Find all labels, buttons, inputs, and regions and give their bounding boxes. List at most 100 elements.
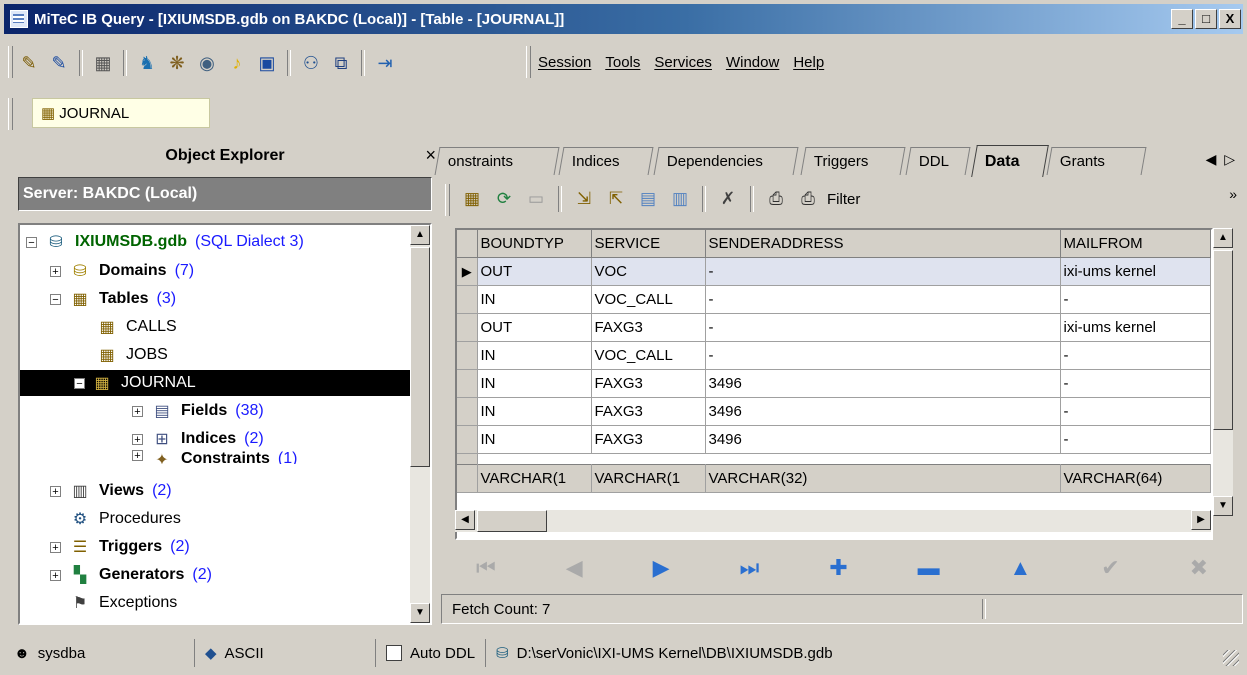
table-row[interactable]: IN VOC_CALL - -: [457, 341, 1211, 370]
grid-view-icon[interactable]: ▦: [459, 186, 485, 212]
scroll-thumb[interactable]: [410, 247, 430, 467]
tab-data[interactable]: Data: [971, 145, 1049, 177]
connect-icon[interactable]: ✎: [16, 50, 42, 76]
server-selector[interactable]: Server: BAKDC (Local): [18, 177, 432, 211]
table-cell[interactable]: ixi-ums kernel: [1060, 257, 1211, 286]
tab-ddl[interactable]: DDL: [905, 147, 971, 175]
tree-item-exceptions[interactable]: ⚑ Exceptions: [69, 590, 177, 616]
tab-left-icon[interactable]: ◀: [1206, 151, 1217, 167]
row-indicator[interactable]: [457, 369, 478, 398]
scroll-up-icon[interactable]: ▲: [410, 225, 430, 245]
filter-label[interactable]: Filter: [827, 191, 860, 208]
grid-vertical-scrollbar[interactable]: ▲ ▼: [1213, 228, 1233, 516]
post-record-icon[interactable]: ✔: [1101, 555, 1119, 581]
table-cell[interactable]: FAXG3: [591, 425, 706, 454]
tree-item-constraints[interactable]: + ✦ Constraints (1): [132, 450, 297, 464]
scroll-thumb[interactable]: [1213, 250, 1233, 430]
table-cell[interactable]: -: [1060, 341, 1211, 370]
close-button[interactable]: X: [1219, 9, 1241, 29]
table-cell[interactable]: IN: [477, 425, 592, 454]
query-icon[interactable]: ⚇: [298, 50, 324, 76]
print-preview-icon[interactable]: ⎙: [763, 186, 789, 212]
close-explorer-button[interactable]: ×: [425, 145, 436, 166]
menu-help[interactable]: Help: [793, 54, 824, 71]
events-icon[interactable]: ♪: [224, 50, 250, 76]
table-cell[interactable]: IN: [477, 369, 592, 398]
expand-icon[interactable]: +: [132, 405, 143, 417]
table-cell[interactable]: FAXG3: [591, 369, 706, 398]
data-toolbar-grip[interactable]: [445, 184, 450, 216]
table-row[interactable]: IN VOC_CALL - -: [457, 285, 1211, 314]
menu-tools[interactable]: Tools: [605, 54, 640, 71]
row-indicator[interactable]: [457, 313, 478, 342]
status-autoddl[interactable]: Auto DDL: [376, 639, 487, 667]
minimize-button[interactable]: _: [1171, 9, 1193, 29]
table-cell[interactable]: 3496: [705, 369, 1061, 398]
table-cell[interactable]: OUT: [477, 313, 592, 342]
menubar-grip[interactable]: [526, 46, 531, 78]
cancel-record-icon[interactable]: ✖: [1190, 555, 1208, 581]
backup-icon[interactable]: ❋: [164, 50, 190, 76]
table-cell[interactable]: VOC_CALL: [591, 285, 706, 314]
column-header-senderaddress[interactable]: SENDERADDRESS: [705, 230, 1061, 258]
export-icon[interactable]: ⇱: [603, 186, 629, 212]
script-icon[interactable]: ⧉: [328, 50, 354, 76]
delete-all-icon[interactable]: ✗: [715, 186, 741, 212]
tree-scrollbar[interactable]: ▲ ▼: [410, 225, 430, 623]
grid-horizontal-scrollbar[interactable]: ◀ ▶: [455, 510, 1211, 532]
table-cell[interactable]: FAXG3: [591, 397, 706, 426]
tree-item-views[interactable]: + ▥ Views (2): [50, 478, 172, 504]
resize-grip[interactable]: [1223, 650, 1239, 666]
table-cell[interactable]: -: [1060, 369, 1211, 398]
app-icon[interactable]: [10, 10, 28, 28]
export-sql-icon[interactable]: ▥: [667, 186, 693, 212]
column-header-mailfrom[interactable]: MAILFROM: [1060, 230, 1211, 258]
monitor-icon[interactable]: ▣: [254, 50, 280, 76]
expand-icon[interactable]: +: [50, 569, 61, 581]
toolbar-grip[interactable]: [8, 46, 13, 78]
last-record-icon[interactable]: ⏭: [739, 555, 759, 581]
refresh-icon[interactable]: ⟳: [491, 186, 517, 212]
expand-icon[interactable]: +: [50, 265, 61, 277]
first-record-icon[interactable]: ⏮: [476, 555, 496, 581]
row-indicator[interactable]: [457, 425, 478, 454]
tab-grants[interactable]: Grants: [1046, 147, 1147, 175]
tab-indices[interactable]: Indices: [558, 147, 654, 175]
scroll-down-icon[interactable]: ▼: [410, 603, 430, 623]
table-cell[interactable]: 3496: [705, 397, 1061, 426]
tree-item-fields[interactable]: + ▤ Fields (38): [132, 398, 264, 424]
tree-item-indices[interactable]: + ⊞ Indices (2): [132, 426, 264, 452]
tab-dependencies[interactable]: Dependencies: [653, 147, 799, 175]
prior-record-icon[interactable]: ◀: [566, 555, 583, 581]
journal-window-button[interactable]: ▦ JOURNAL: [32, 98, 210, 128]
collapse-icon[interactable]: −: [74, 377, 85, 389]
table-cell[interactable]: IN: [477, 285, 592, 314]
table-cell[interactable]: FAXG3: [591, 313, 706, 342]
table-cell[interactable]: -: [1060, 397, 1211, 426]
tree-item-domains[interactable]: + ⛁ Domains (7): [50, 258, 194, 284]
column-header-service[interactable]: SERVICE: [591, 230, 706, 258]
table-row[interactable]: OUT FAXG3- ixi-ums kernel: [457, 313, 1211, 342]
scroll-left-icon[interactable]: ◀: [455, 510, 475, 530]
table-cell[interactable]: OUT: [477, 257, 592, 286]
tab-scroll-arrows[interactable]: ◀ ▷: [1206, 151, 1235, 168]
menu-session[interactable]: Session: [538, 54, 591, 71]
collapse-icon[interactable]: −: [50, 293, 61, 305]
maximize-button[interactable]: □: [1195, 9, 1217, 29]
table-cell[interactable]: ixi-ums kernel: [1060, 313, 1211, 342]
table-cell[interactable]: -: [705, 341, 1061, 370]
tree-item-procedures[interactable]: ⚙ Procedures: [69, 506, 181, 532]
print-icon[interactable]: ⎙: [795, 186, 821, 212]
collapse-icon[interactable]: −: [26, 236, 37, 248]
statistics-icon[interactable]: ◉: [194, 50, 220, 76]
scroll-right-icon[interactable]: ▶: [1191, 510, 1211, 530]
export-table-icon[interactable]: ▤: [635, 186, 661, 212]
table-row[interactable]: ▶ OUT VOC - ixi-ums kernel: [457, 257, 1211, 286]
column-header-boundtyp[interactable]: BOUNDTYP: [477, 230, 592, 258]
tab-right-icon[interactable]: ▷: [1224, 151, 1235, 167]
table-row[interactable]: IN FAXG3 3496-: [457, 397, 1211, 426]
table-cell[interactable]: -: [1060, 285, 1211, 314]
scroll-thumb[interactable]: [477, 510, 547, 532]
table-cell[interactable]: -: [705, 285, 1061, 314]
scroll-up-icon[interactable]: ▲: [1213, 228, 1233, 248]
